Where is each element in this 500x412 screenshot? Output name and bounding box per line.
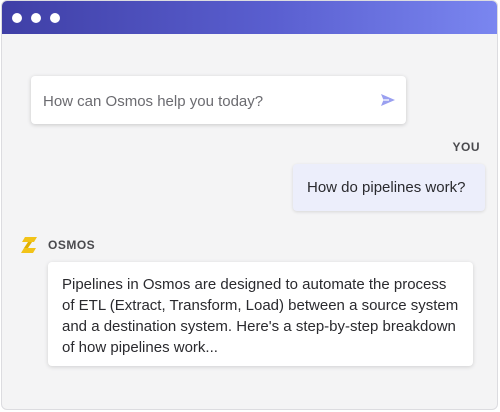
- window-close-dot[interactable]: [12, 13, 22, 23]
- assistant-header: OSMOS: [18, 235, 95, 255]
- title-bar: [2, 1, 497, 34]
- osmos-logo-icon: [18, 235, 40, 255]
- user-message-text: How do pipelines work?: [307, 179, 466, 196]
- chat-search-box[interactable]: [31, 76, 406, 126]
- assistant-message-text: Pipelines in Osmos are designed to autom…: [62, 276, 459, 356]
- user-message-bubble: How do pipelines work?: [293, 164, 485, 211]
- window-maximize-dot[interactable]: [50, 13, 60, 23]
- app-window: YOU How do pipelines work? OSMOS Pipelin…: [1, 0, 498, 410]
- assistant-name: OSMOS: [48, 238, 96, 252]
- search-input[interactable]: [41, 76, 365, 126]
- window-minimize-dot[interactable]: [31, 13, 41, 23]
- user-label: YOU: [452, 140, 480, 154]
- assistant-message-bubble: Pipelines in Osmos are designed to autom…: [48, 262, 473, 366]
- send-icon[interactable]: [378, 90, 398, 110]
